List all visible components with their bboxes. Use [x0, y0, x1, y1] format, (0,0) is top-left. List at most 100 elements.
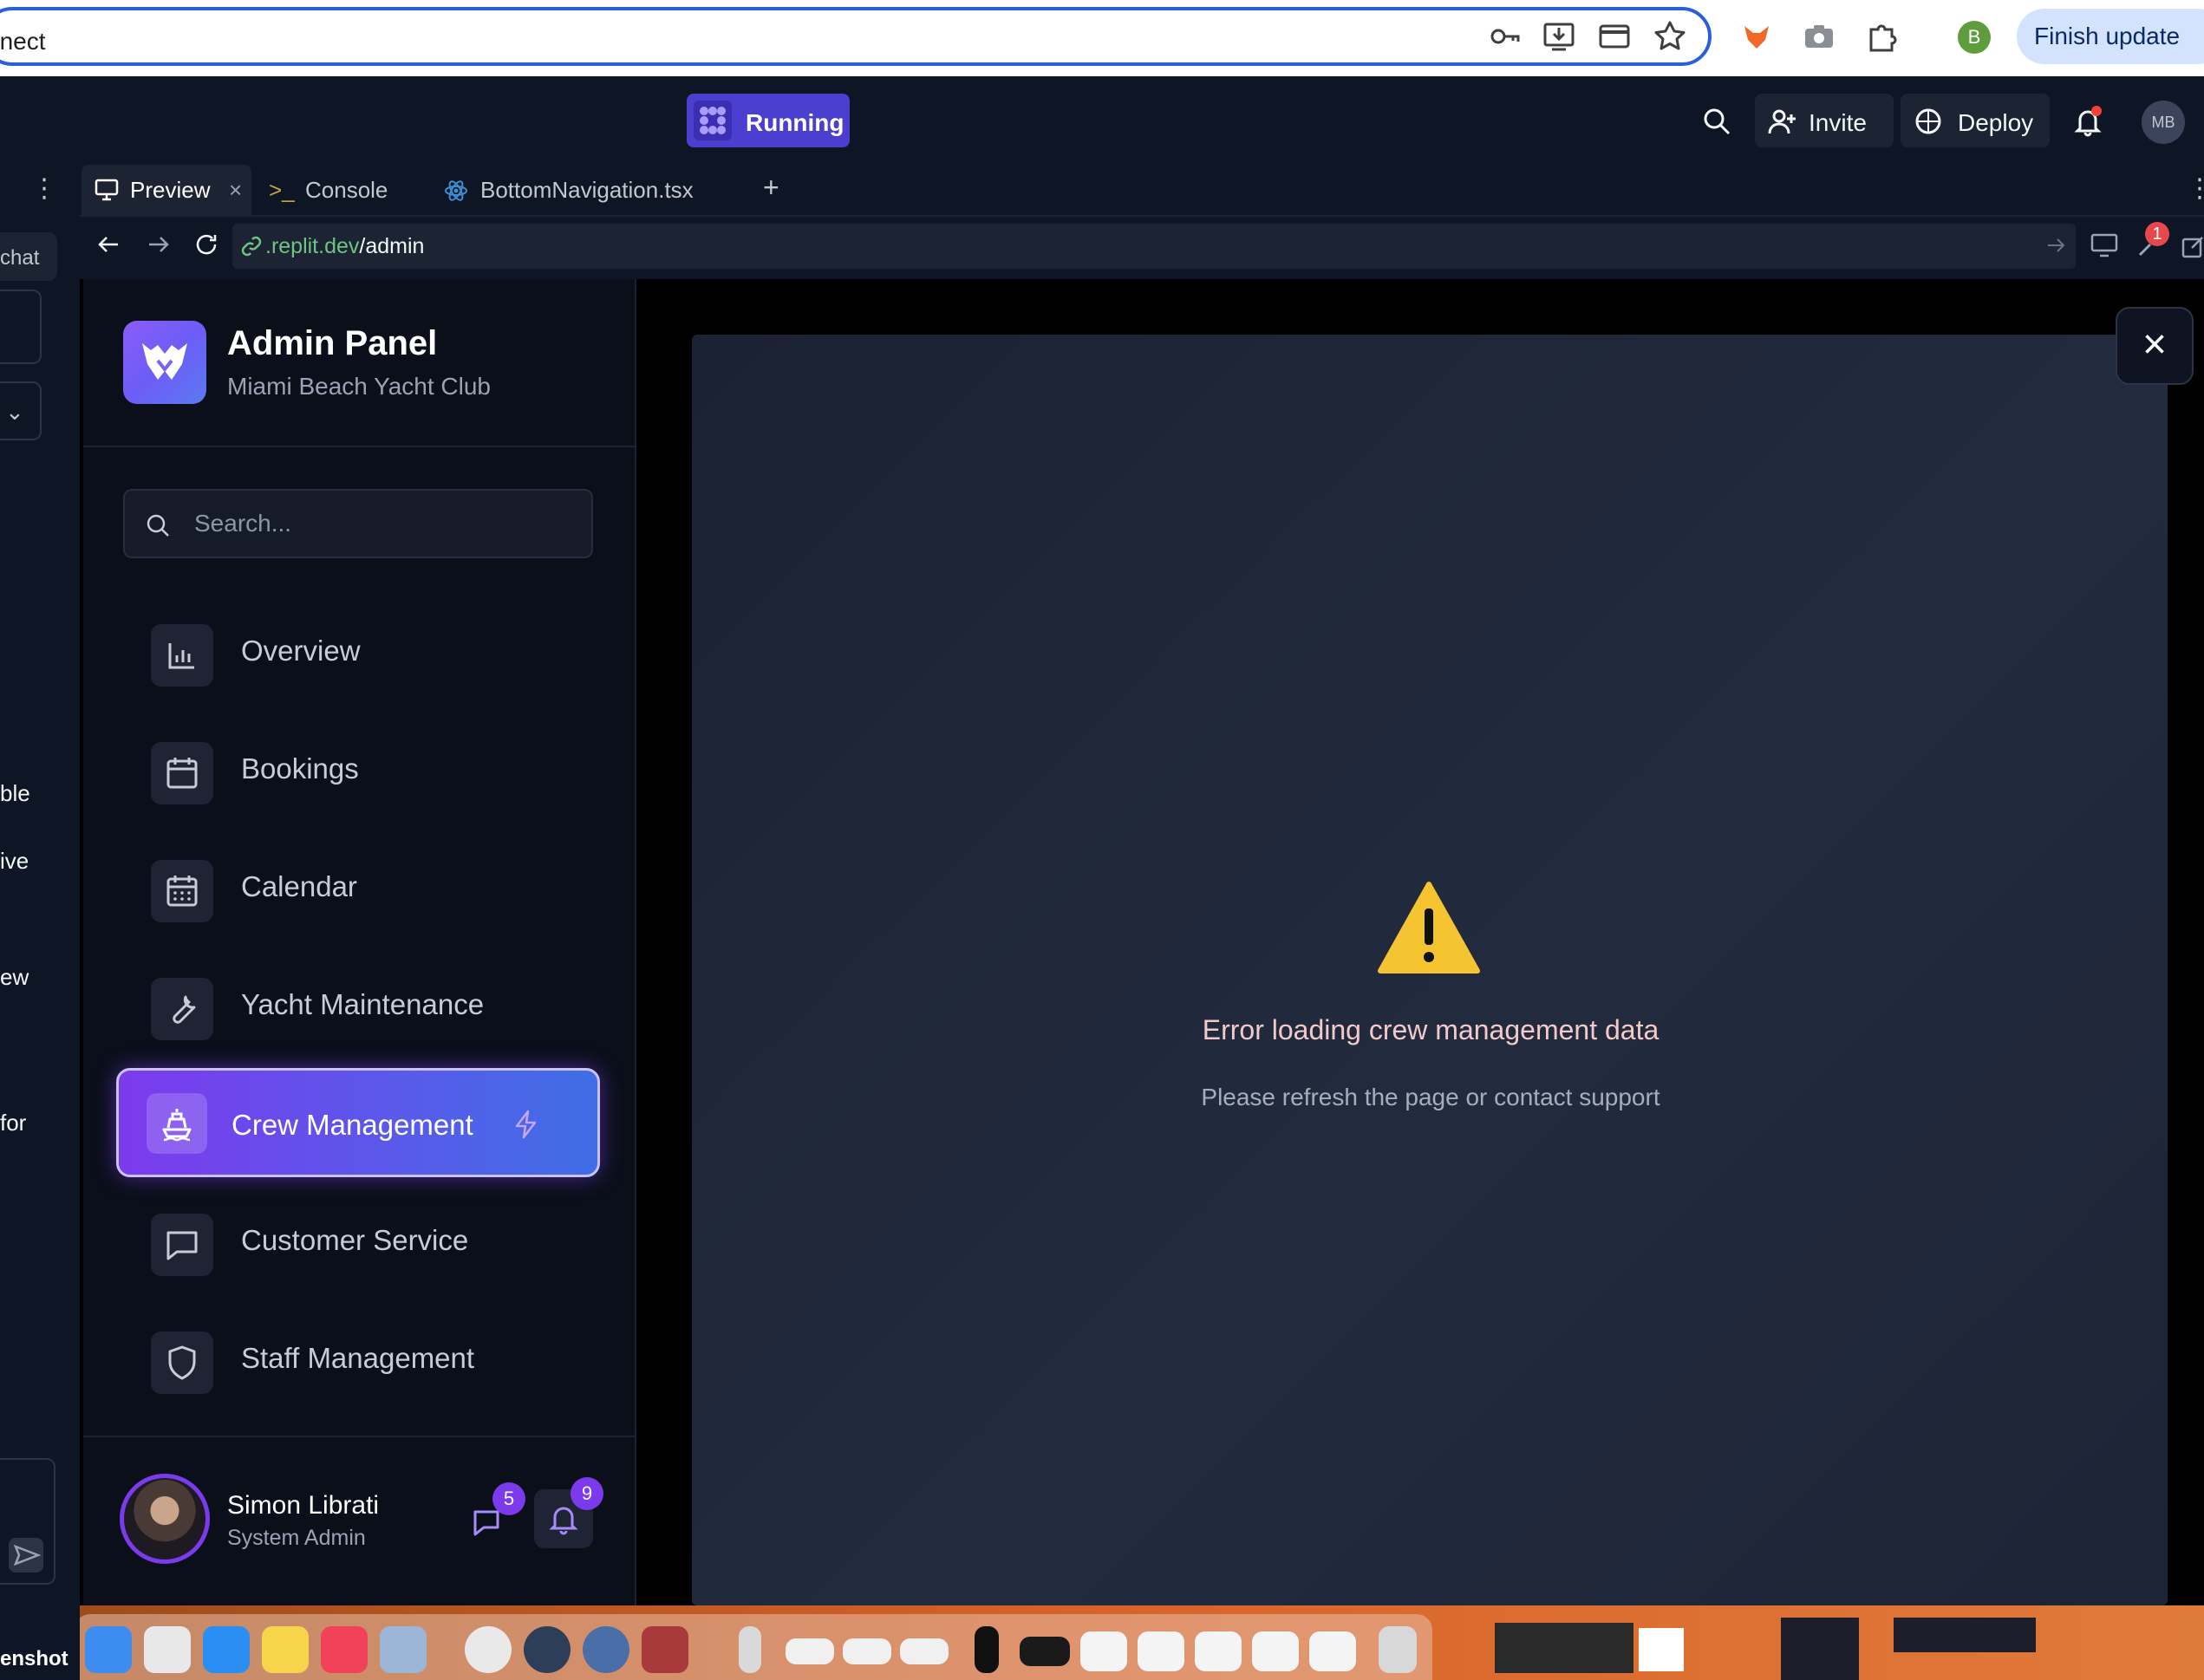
deploy-label: Deploy [1958, 109, 2034, 136]
divider [83, 1436, 636, 1437]
preview-url-bar[interactable] [232, 224, 2076, 269]
open-arrow-icon[interactable] [2044, 234, 2067, 257]
calendar-grid-icon [151, 860, 213, 922]
sidebar-item-label: Bookings [241, 752, 359, 785]
browser-profile-avatar[interactable]: B [1958, 21, 1991, 54]
chrome-icon[interactable] [465, 1626, 512, 1673]
avatar[interactable] [120, 1474, 210, 1564]
document-thumbnail[interactable] [975, 1626, 999, 1673]
document-thumbnail[interactable] [786, 1638, 834, 1664]
document-thumbnail[interactable] [1195, 1631, 1242, 1671]
shield-icon [151, 1332, 213, 1394]
document-thumbnail[interactable] [1138, 1631, 1184, 1671]
forward-arrow-icon[interactable] [144, 231, 172, 258]
tab-console[interactable]: >_ Console [265, 165, 430, 215]
clock-app-icon[interactable] [524, 1626, 571, 1673]
react-icon [445, 180, 467, 201]
trash-icon[interactable] [1379, 1626, 1417, 1673]
device-preview-icon[interactable] [2090, 231, 2119, 260]
extension-fox-icon[interactable] [1739, 19, 1774, 54]
desktop-thumbnail [1495, 1623, 1633, 1673]
back-arrow-icon[interactable] [95, 231, 123, 258]
install-app-icon[interactable] [1542, 19, 1576, 54]
preview-url-text: .replit.dev/admin [265, 234, 424, 259]
sidebar-item-crew-management[interactable]: Crew Management [116, 1068, 600, 1177]
document-thumbnail[interactable] [1080, 1631, 1127, 1671]
chat-text-fragment: ew [0, 964, 29, 990]
search-icon [147, 514, 169, 537]
dictionary-icon[interactable] [642, 1626, 688, 1673]
desktop-thumbnail [1781, 1618, 1859, 1680]
new-chat-button[interactable]: chat [0, 232, 57, 281]
lightning-icon [515, 1110, 537, 1139]
refresh-icon[interactable] [192, 231, 220, 258]
launchpad-icon[interactable] [144, 1626, 191, 1673]
sidebar-item-yacht-maintenance[interactable]: Yacht Maintenance [123, 959, 591, 1051]
invite-button[interactable]: Invite [1755, 94, 1894, 147]
monitor-icon [95, 179, 119, 201]
bookmark-star-icon[interactable] [1653, 19, 1687, 54]
send-icon[interactable] [9, 1538, 43, 1573]
tab-bottomnavigation[interactable]: BottomNavigation.tsx [440, 165, 744, 215]
brand-logo [123, 321, 206, 404]
music-icon[interactable] [321, 1626, 368, 1673]
user-role: System Admin [227, 1526, 366, 1550]
url-path: /admin [359, 234, 425, 258]
account-avatar[interactable]: MB [2142, 101, 2185, 144]
trident-logo-icon [142, 343, 187, 380]
deploy-button[interactable]: Deploy [1901, 94, 2050, 147]
sidebar-item-label: Overview [241, 635, 361, 667]
notes-icon[interactable] [262, 1626, 309, 1673]
tab-label: BottomNavigation.tsx [480, 177, 694, 203]
close-tab-icon[interactable]: × [229, 177, 242, 204]
sidebar-item-overview[interactable]: Overview [123, 605, 591, 697]
new-window-icon[interactable] [2180, 231, 2204, 260]
sidebar-item-staff-management[interactable]: Staff Management [123, 1312, 591, 1404]
sidebar-item-bookings[interactable]: Bookings [123, 723, 591, 815]
finder-icon[interactable] [85, 1626, 132, 1673]
card-icon[interactable] [1597, 19, 1632, 54]
tab-label: Console [305, 177, 388, 203]
extensions-puzzle-icon[interactable] [1864, 19, 1899, 54]
run-status-label: Running [746, 109, 844, 136]
chevron-down-icon[interactable]: ⌄ [0, 381, 42, 440]
terminal-icon: >_ [269, 177, 295, 203]
document-thumbnail[interactable] [1309, 1631, 1356, 1671]
document-thumbnail[interactable] [1252, 1631, 1299, 1671]
document-thumbnail[interactable] [1020, 1637, 1070, 1666]
document-thumbnail[interactable] [900, 1638, 949, 1664]
document-thumbnail[interactable] [739, 1626, 761, 1673]
preview-app-icon[interactable] [380, 1626, 427, 1673]
admin-sidebar [83, 279, 636, 1605]
close-icon[interactable]: × [2116, 307, 2194, 385]
key-icon[interactable] [1488, 19, 1523, 54]
desktop-thumbnail [1639, 1628, 1684, 1671]
message-icon [151, 1214, 213, 1276]
notifications-bell-icon[interactable] [2072, 106, 2103, 137]
tab-preview[interactable]: Preview × [82, 165, 251, 215]
user-name: Simon Librati [227, 1491, 380, 1520]
desktop-thumbnail [1894, 1618, 2036, 1652]
sidebar-item-customer-service[interactable]: Customer Service [123, 1195, 591, 1286]
address-bar[interactable]: nnect [0, 7, 1712, 66]
repl-logo-icon [694, 101, 732, 140]
safari-icon[interactable] [203, 1626, 250, 1673]
chat-input-box[interactable] [0, 290, 42, 364]
document-thumbnail[interactable] [843, 1638, 891, 1664]
notifications-count-badge: 9 [571, 1477, 603, 1510]
camera-icon[interactable] [1802, 19, 1836, 54]
chat-text-fragment: ive [0, 848, 29, 874]
link-icon [241, 236, 262, 257]
brand-title: Admin Panel [227, 324, 438, 362]
quicktime-icon[interactable] [583, 1626, 629, 1673]
add-tab-icon[interactable]: + [760, 165, 803, 215]
divider [83, 446, 636, 447]
agent-chat-panel [0, 161, 73, 1605]
ship-icon [147, 1093, 207, 1154]
more-vertical-icon[interactable]: ⋮ [2180, 165, 2204, 215]
sidebar-item-calendar[interactable]: Calendar [123, 841, 591, 933]
more-vertical-icon[interactable]: ⋮ [31, 173, 57, 208]
invite-label: Invite [1809, 109, 1867, 136]
finish-update-button[interactable]: Finish update [2017, 9, 2204, 64]
search-icon[interactable] [1701, 106, 1732, 137]
